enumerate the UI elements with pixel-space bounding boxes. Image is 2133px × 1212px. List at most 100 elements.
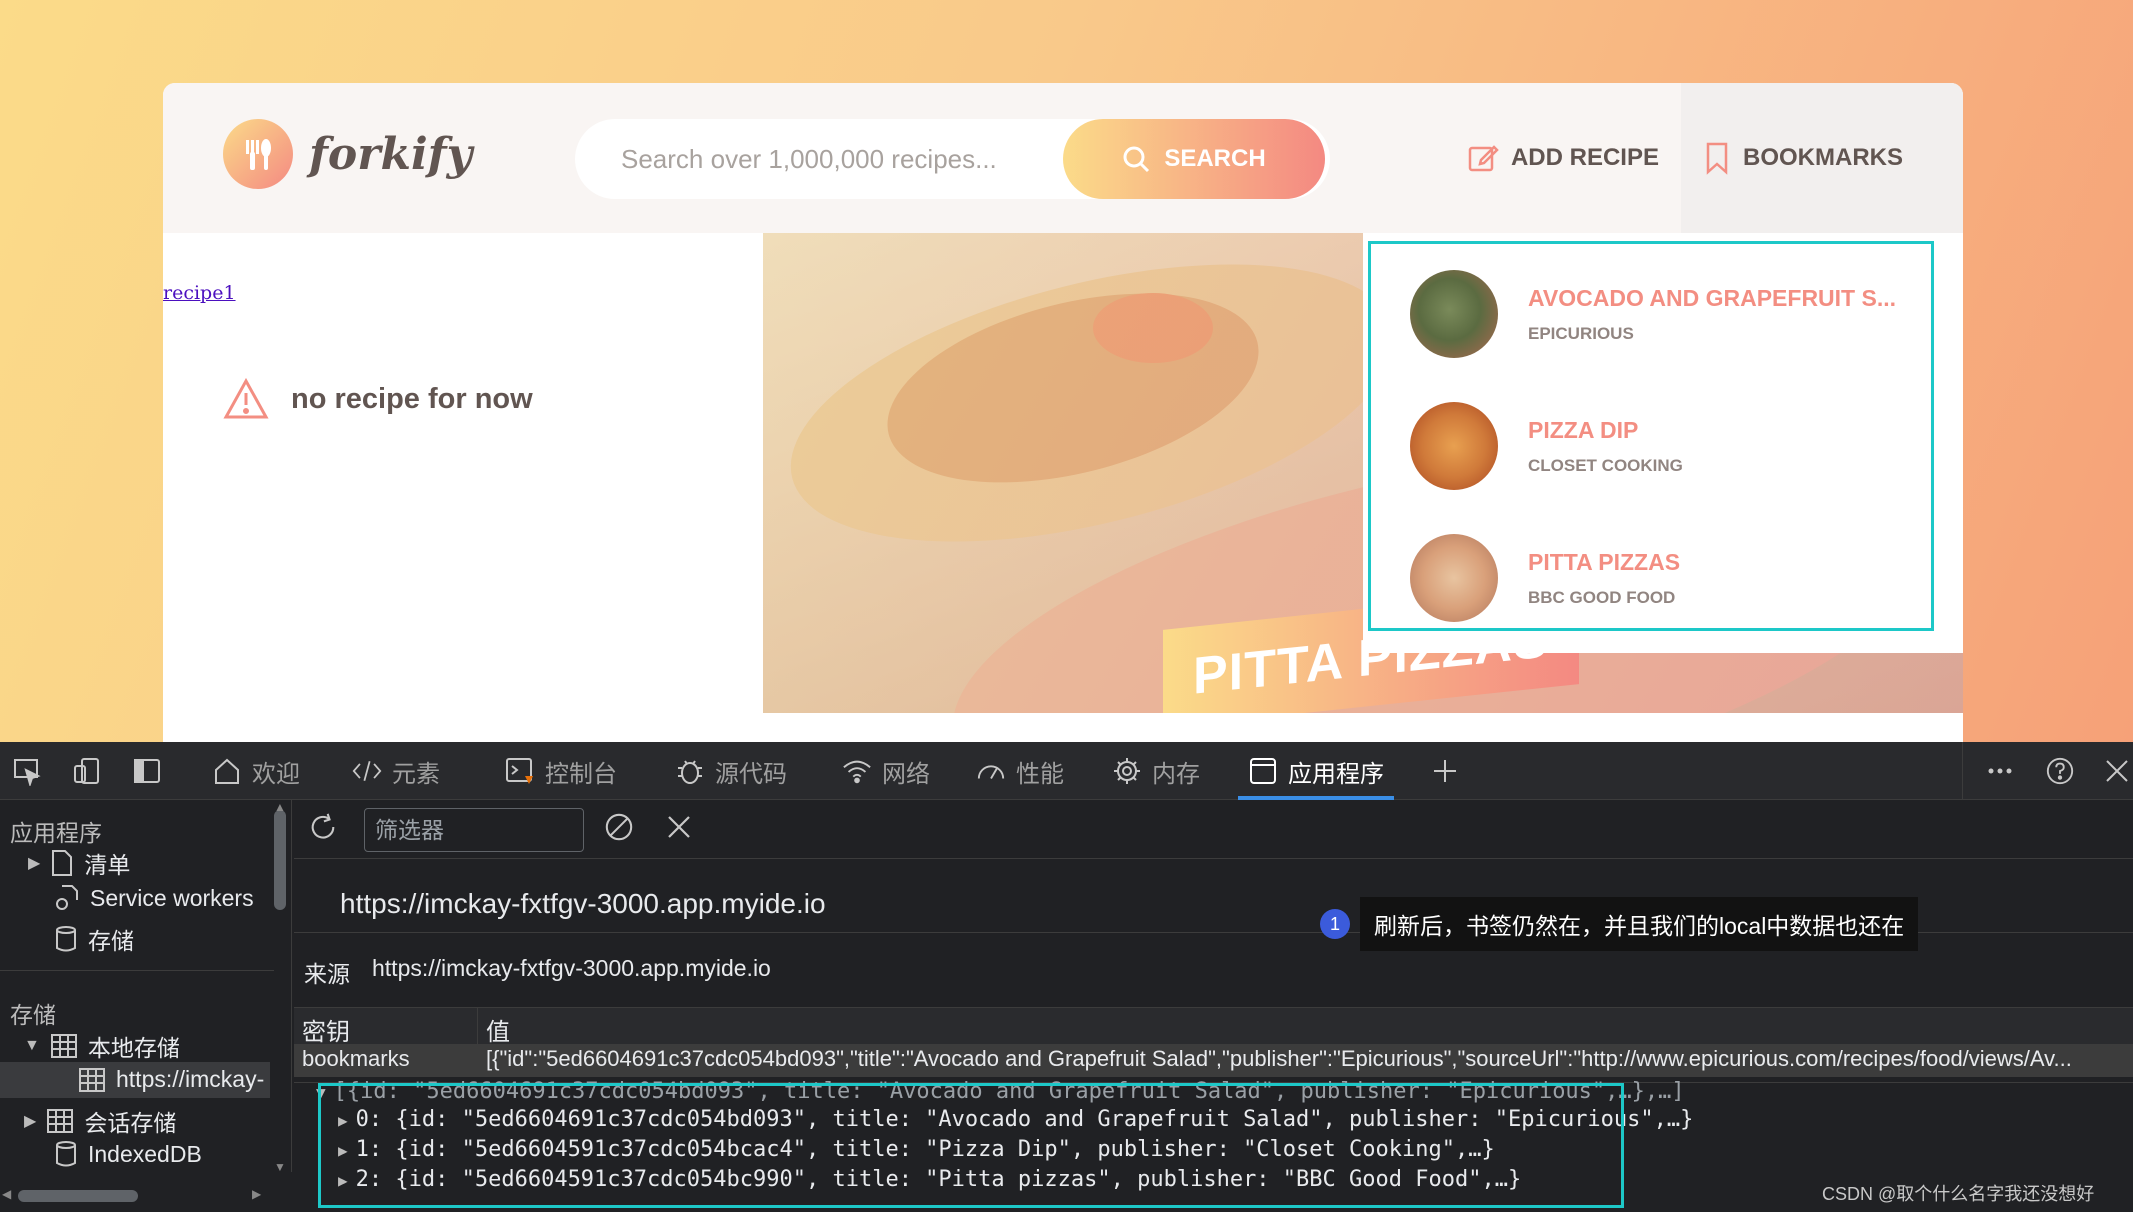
tab-label: 性能 <box>1016 760 1064 788</box>
search-form: SEARCH <box>575 119 1330 199</box>
table-row[interactable]: bookmarks [{"id":"5ed6604691c37cdc054bd0… <box>294 1045 2133 1077</box>
application-sidebar: 应用程序 ▶ 清单 Service workers 存储 存储 ▼ 本地存储 h… <box>0 800 292 1212</box>
sidebar-label: 会话存储 <box>84 1110 177 1136</box>
header: forkify SEARCH ADD RECIPE BOOKMARKS <box>163 83 1963 233</box>
memory-chip-icon <box>1112 756 1142 786</box>
console-icon <box>505 756 535 786</box>
tab-label: 网络 <box>882 760 930 788</box>
logo-text: forkify <box>309 128 473 180</box>
bookmark-icon <box>1706 142 1728 175</box>
sidebar-item-indexeddb[interactable]: IndexedDB <box>54 1140 202 1168</box>
tab-sources[interactable]: 源代码 <box>675 742 787 800</box>
tab-network[interactable]: 网络 <box>842 742 930 800</box>
add-recipe-button[interactable]: ADD RECIPE <box>1445 83 1681 233</box>
sidebar-item-session-storage[interactable]: ▶ 会话存储 <box>24 1104 176 1138</box>
origin-label: 来源 <box>304 961 350 987</box>
sidebar-label: IndexedDB <box>88 1140 202 1167</box>
clear-all-icon[interactable] <box>604 812 634 842</box>
file-icon <box>52 850 73 876</box>
tab-console[interactable]: 控制台 <box>505 742 617 800</box>
bookmark-publisher: BBC GOOD FOOD <box>1528 587 1676 607</box>
collapse-arrow-icon: ▼ <box>24 1037 40 1054</box>
help-icon[interactable] <box>2045 756 2075 786</box>
scroll-left-icon[interactable]: ◀ <box>2 1187 11 1201</box>
wifi-icon <box>842 756 872 786</box>
filter-input[interactable] <box>364 808 584 852</box>
device-emulation-icon[interactable] <box>72 756 102 786</box>
annotation-text: 刷新后，书签仍然在，并且我们的local中数据也还在 <box>1360 897 1919 951</box>
column-value-header[interactable]: 值 <box>486 1012 510 1047</box>
add-tab-icon[interactable] <box>1430 756 1460 786</box>
horizontal-scrollbar[interactable] <box>18 1190 138 1202</box>
bookmarks-button[interactable]: BOOKMARKS <box>1681 83 1963 233</box>
devtools-tab-bar: 欢迎 元素 控制台 源代码 网络 性能 内存 应用程序 <box>0 742 2133 800</box>
sidebar-item-service-workers[interactable]: Service workers <box>54 884 254 912</box>
search-input[interactable] <box>575 119 1065 199</box>
section-storage: 存储 <box>10 1002 56 1028</box>
search-button[interactable]: SEARCH <box>1063 119 1325 199</box>
row-key: bookmarks <box>302 1046 410 1071</box>
scroll-down-icon[interactable]: ▼ <box>274 1160 286 1174</box>
scroll-right-icon[interactable]: ▶ <box>252 1187 261 1201</box>
section-application: 应用程序 <box>10 820 102 846</box>
application-icon <box>1248 756 1278 786</box>
web-page: forkify SEARCH ADD RECIPE BOOKMARKS <box>0 0 2133 742</box>
fork-knife-icon <box>223 119 293 189</box>
recipe-thumbnail <box>1410 270 1498 358</box>
sidebar-label: https://imckay- <box>116 1066 265 1092</box>
divider <box>0 970 274 971</box>
inspect-element-icon[interactable] <box>12 756 42 786</box>
sidebar-item-storage[interactable]: 存储 <box>54 922 134 956</box>
bookmark-publisher: CLOSET COOKING <box>1528 455 1683 475</box>
delete-selected-icon[interactable] <box>664 812 694 842</box>
dock-sidebar-icon[interactable] <box>132 756 162 786</box>
column-key-header[interactable]: 密钥 <box>302 1012 350 1047</box>
tab-label: 内存 <box>1152 760 1200 788</box>
sidebar-label: 存储 <box>88 928 134 954</box>
origin-row: 来源 https://imckay-fxtfgv-3000.app.myide.… <box>304 955 771 989</box>
vertical-scrollbar[interactable] <box>274 810 286 910</box>
recipe-thumbnail <box>1410 402 1498 490</box>
tab-label: 控制台 <box>545 760 617 788</box>
bookmark-item[interactable]: AVOCADO AND GRAPEFRUIT S... EPICURIOUS <box>1410 270 1896 358</box>
logo[interactable]: forkify <box>223 119 472 189</box>
bug-icon <box>675 756 705 786</box>
divider <box>294 858 2133 859</box>
scroll-up-icon[interactable]: ▲ <box>274 800 286 814</box>
bookmark-title: PITTA PIZZAS <box>1528 548 1681 575</box>
tab-label: 元素 <box>392 760 440 788</box>
tab-application[interactable]: 应用程序 <box>1238 742 1394 800</box>
table-icon <box>79 1067 105 1092</box>
code-icon <box>352 756 382 786</box>
warning-icon <box>223 378 269 419</box>
table-icon <box>50 1034 77 1058</box>
bookmark-title: AVOCADO AND GRAPEFRUIT S... <box>1528 284 1897 311</box>
row-value: [{"id":"5ed6604691c37cdc054bd093","title… <box>486 1046 2072 1071</box>
sidebar-item-manifest[interactable]: ▶ 清单 <box>28 846 130 880</box>
bookmark-item[interactable]: PITTA PIZZAS BBC GOOD FOOD <box>1410 534 1680 622</box>
highlight-frame <box>318 1083 1624 1208</box>
bookmark-item[interactable]: PIZZA DIP CLOSET COOKING <box>1410 402 1683 490</box>
gear-file-icon <box>56 885 78 910</box>
sidebar-item-local-origin[interactable]: https://imckay- <box>78 1066 264 1093</box>
divider <box>1962 742 1963 800</box>
tab-elements[interactable]: 元素 <box>352 742 440 800</box>
annotation-callout: 1 刷新后，书签仍然在，并且我们的local中数据也还在 <box>1320 897 1919 951</box>
more-options-icon[interactable] <box>1985 756 2015 786</box>
expand-arrow-icon: ▶ <box>24 1113 37 1130</box>
expand-arrow-icon: ▶ <box>28 855 41 872</box>
close-icon[interactable] <box>2102 756 2132 786</box>
sidebar-item-local-storage[interactable]: ▼ 本地存储 <box>24 1029 180 1063</box>
edit-icon <box>1468 145 1499 172</box>
sidebar-label: Service workers <box>90 884 254 911</box>
database-icon <box>56 1141 76 1167</box>
tab-welcome[interactable]: 欢迎 <box>212 742 300 800</box>
annotation-number: 1 <box>1320 909 1350 939</box>
refresh-icon[interactable] <box>308 812 338 842</box>
tab-label: 源代码 <box>715 760 787 788</box>
home-icon <box>212 756 242 786</box>
storage-table-header: 密钥 值 <box>294 1007 2133 1047</box>
tab-performance[interactable]: 性能 <box>976 742 1064 800</box>
tab-memory[interactable]: 内存 <box>1112 742 1200 800</box>
recipe1-link[interactable]: recipe1 <box>163 282 236 304</box>
